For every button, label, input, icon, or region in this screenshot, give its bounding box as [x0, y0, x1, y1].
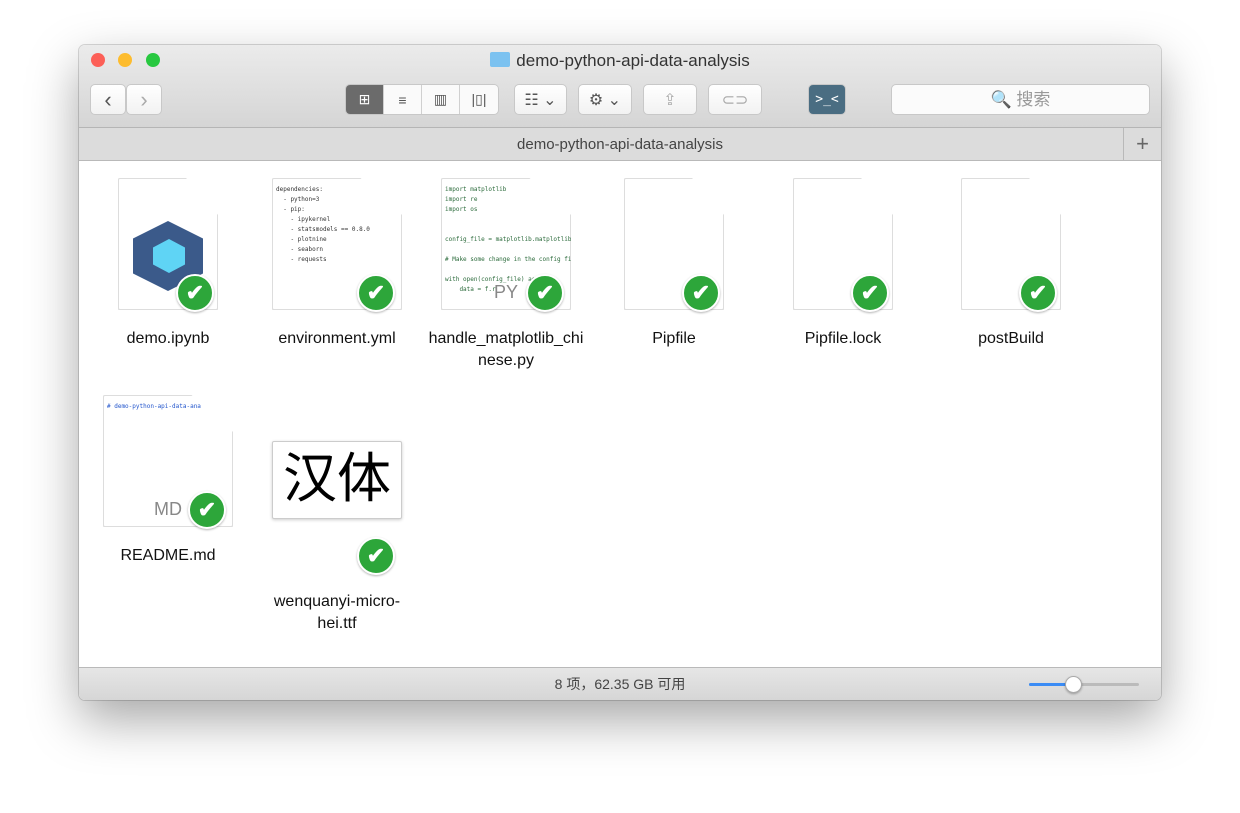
- file-item[interactable]: dependencies: - python=3 - pip: - ipyker…: [257, 178, 417, 350]
- tag-button[interactable]: ⊂⊃: [708, 84, 762, 115]
- file-name: environment.yml: [278, 330, 396, 347]
- toolbar: demo-python-api-data-analysis ‹ › ⊞ ≡ ▥ …: [79, 45, 1161, 128]
- terminal-button[interactable]: >_<: [808, 84, 846, 115]
- sync-check-icon: ✔: [682, 274, 720, 312]
- sync-check-icon: ✔: [851, 274, 889, 312]
- file-name: wenquanyi-micro-hei.ttf: [273, 593, 401, 632]
- file-name: postBuild: [978, 330, 1044, 347]
- window-title-text: demo-python-api-data-analysis: [516, 51, 750, 70]
- action-gear-button[interactable]: ⚙ ⌄: [578, 84, 632, 115]
- file-item[interactable]: ✔ Pipfile: [594, 178, 754, 350]
- column-view-button[interactable]: ▥: [422, 85, 460, 114]
- file-name: Pipfile.lock: [804, 330, 882, 347]
- status-bar: 8 项，62.35 GB 可用: [79, 667, 1161, 700]
- sync-check-icon: ✔: [357, 274, 395, 312]
- back-button[interactable]: ‹: [90, 84, 126, 115]
- file-name: handle_matplotlib_chinese.py: [428, 330, 584, 369]
- finder-window: demo-python-api-data-analysis ‹ › ⊞ ≡ ▥ …: [79, 45, 1161, 700]
- sync-check-icon: ✔: [526, 274, 564, 312]
- list-view-button[interactable]: ≡: [384, 85, 422, 114]
- file-name: README.md: [120, 547, 216, 564]
- file-preview: dependencies: - python=3 - pip: - ipyker…: [276, 186, 370, 263]
- file-item[interactable]: ✔ Pipfile.lock: [763, 178, 923, 350]
- status-text: 8 项，62.35 GB 可用: [554, 676, 686, 692]
- share-button[interactable]: ⇪: [643, 84, 697, 115]
- file-item[interactable]: 汉体 ✔ wenquanyi-micro-hei.ttf: [257, 395, 417, 635]
- file-name: demo.ipynb: [126, 330, 210, 347]
- folder-icon: [490, 52, 511, 67]
- search-input[interactable]: 🔍 搜索: [891, 84, 1150, 115]
- coverflow-view-button[interactable]: |▯|: [460, 85, 498, 114]
- file-name: Pipfile: [652, 330, 696, 347]
- sync-check-icon: ✔: [1019, 274, 1057, 312]
- file-item[interactable]: # demo-python-api-data-ana MD ✔ README.md: [88, 395, 248, 567]
- arrange-button[interactable]: ☷ ⌄: [514, 84, 567, 115]
- file-preview: # demo-python-api-data-ana: [107, 403, 201, 410]
- tab-bar: demo-python-api-data-analysis +: [79, 128, 1161, 161]
- add-tab-button[interactable]: +: [1123, 128, 1161, 161]
- font-preview: 汉体: [283, 447, 391, 510]
- sync-check-icon: ✔: [357, 537, 395, 575]
- window-title: demo-python-api-data-analysis: [79, 51, 1161, 71]
- file-item[interactable]: ✔ postBuild: [931, 178, 1091, 350]
- slider-knob[interactable]: [1065, 676, 1082, 693]
- tab-title[interactable]: demo-python-api-data-analysis: [517, 136, 723, 153]
- file-icon: 汉体: [272, 441, 402, 519]
- forward-button[interactable]: ›: [126, 84, 162, 115]
- icon-size-slider[interactable]: [1029, 676, 1139, 693]
- file-item[interactable]: ✔ demo.ipynb: [88, 178, 248, 350]
- sync-check-icon: ✔: [176, 274, 214, 312]
- sync-check-icon: ✔: [188, 491, 226, 529]
- icon-view-button[interactable]: ⊞: [346, 85, 384, 114]
- file-item[interactable]: import matplotlib import re import os co…: [426, 178, 586, 372]
- view-switcher: ⊞ ≡ ▥ |▯|: [345, 84, 499, 115]
